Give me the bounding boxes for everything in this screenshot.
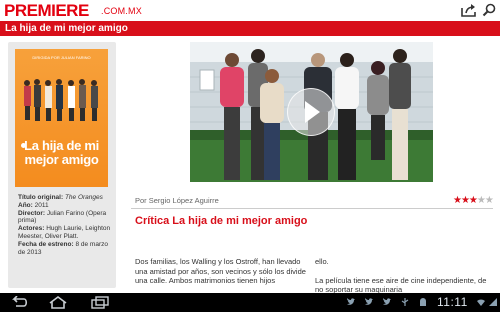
movie-poster[interactable]: DIRIGIDA POR JULIAN FARINO La hija de mi… bbox=[15, 49, 108, 187]
year-value: 2011 bbox=[34, 201, 49, 209]
poster-cast-illustration bbox=[24, 79, 98, 121]
twitter-icon bbox=[365, 298, 373, 305]
poster-title-line1: La hija de mi bbox=[24, 138, 99, 153]
brand-logo[interactable]: PREMIERE bbox=[4, 1, 89, 20]
director-label: Director: bbox=[18, 209, 46, 217]
wifi-icon bbox=[477, 299, 485, 306]
movie-details: Título original: The Oranges Año: 2011 D… bbox=[18, 194, 111, 256]
home-icon[interactable] bbox=[48, 296, 68, 309]
signal-icon bbox=[489, 298, 497, 306]
screen: PREMIERE .COM.MX La hija de mi mejor ami… bbox=[0, 0, 500, 312]
poster-title: La hija de mi mejor amigo bbox=[17, 139, 106, 167]
system-bar: 11:11 bbox=[0, 293, 500, 312]
twitter-icon bbox=[347, 298, 355, 305]
release-row: Fecha de estreno: 8 de marzo de 2013 bbox=[18, 241, 111, 257]
byline-row: Por Sergio López Aguirre ★★★★★ bbox=[131, 195, 494, 208]
rating-stars-empty: ★★ bbox=[476, 195, 494, 206]
article-paragraph: ello. bbox=[315, 257, 329, 266]
page-title: La hija de mi mejor amigo bbox=[5, 23, 128, 34]
release-label: Fecha de estreno: bbox=[18, 240, 74, 248]
play-icon[interactable] bbox=[287, 88, 335, 136]
movie-info-panel: DIRIGIDA POR JULIAN FARINO La hija de mi… bbox=[8, 42, 116, 288]
status-clock: 11:11 bbox=[437, 295, 468, 309]
android-icon bbox=[420, 298, 426, 306]
search-icon[interactable] bbox=[482, 3, 496, 17]
article-paragraph: La película tiene ese aire de cine indep… bbox=[315, 275, 487, 295]
share-icon[interactable] bbox=[461, 3, 477, 17]
year-label: Año: bbox=[18, 201, 33, 209]
app-bar: PREMIERE .COM.MX bbox=[0, 0, 500, 21]
usb-icon bbox=[401, 298, 409, 306]
poster-tagline: DIRIGIDA POR JULIAN FARINO bbox=[32, 55, 91, 60]
director-row: Director: Julian Farino (Opera prima) bbox=[18, 210, 111, 226]
recent-apps-icon[interactable] bbox=[90, 296, 110, 309]
original-title-row: Título original: The Oranges bbox=[18, 194, 111, 202]
title-bar: La hija de mi mejor amigo bbox=[0, 21, 500, 36]
author-byline: Por Sergio López Aguirre bbox=[135, 196, 219, 205]
brand-logo-suffix: .COM.MX bbox=[101, 6, 142, 16]
cast-label: Actores: bbox=[18, 225, 45, 233]
year-row: Año: 2011 bbox=[18, 202, 111, 210]
article-headline: Crítica La hija de mi mejor amigo bbox=[135, 215, 308, 227]
divider bbox=[131, 208, 493, 209]
article-body-column-1: Dos familias, los Walling y los Ostroff,… bbox=[135, 257, 306, 285]
original-title-label: Título original: bbox=[18, 194, 64, 201]
original-title-value: The Oranges bbox=[64, 194, 103, 201]
back-icon[interactable] bbox=[8, 296, 28, 309]
poster-title-line2: mejor amigo bbox=[24, 152, 99, 167]
rating-stars: ★★★★★ bbox=[453, 195, 494, 206]
rating-stars-filled: ★★★ bbox=[453, 195, 478, 206]
cast-row: Actores: Hugh Laurie, Leighton Meester, … bbox=[18, 225, 111, 241]
twitter-icon bbox=[383, 298, 391, 305]
